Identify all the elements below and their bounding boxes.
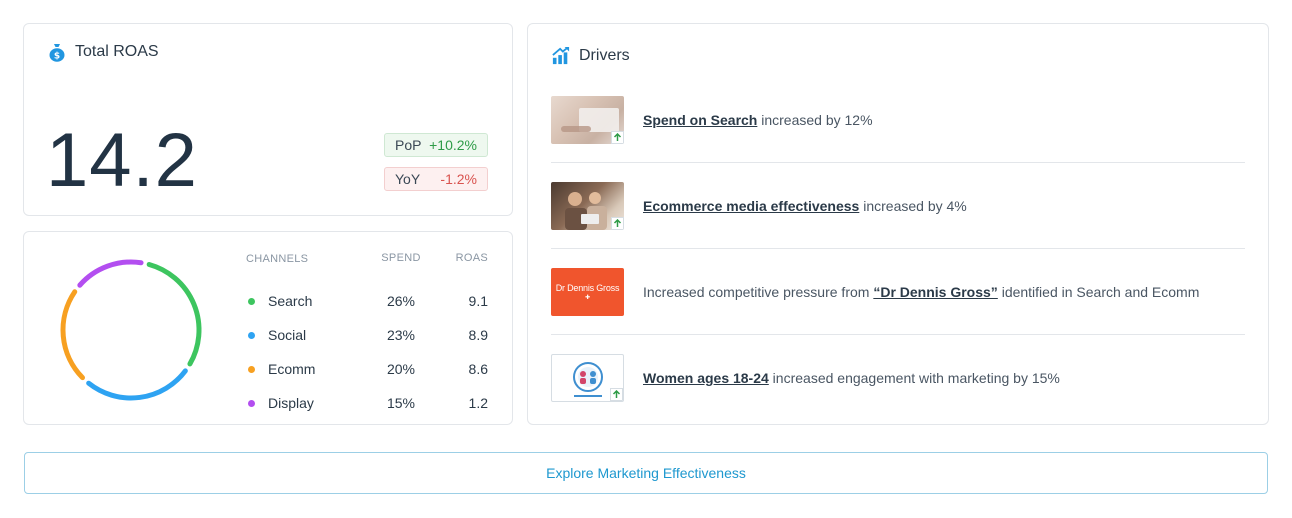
driver-link-ecommerce-effectiveness[interactable]: Ecommerce media effectiveness bbox=[643, 198, 859, 214]
channel-roas: 8.6 bbox=[468, 361, 488, 377]
channel-roas: 8.9 bbox=[468, 327, 488, 343]
pop-change-badge: PoP +10.2% bbox=[384, 133, 488, 157]
channel-spend: 23% bbox=[386, 327, 416, 343]
channel-spend: 26% bbox=[386, 293, 416, 309]
display-color-dot bbox=[248, 399, 255, 407]
yoy-label: YoY bbox=[395, 171, 421, 187]
channel-name: Search bbox=[268, 293, 313, 309]
driver-link-women-18-24[interactable]: Women ages 18-24 bbox=[643, 370, 769, 386]
channel-name: Display bbox=[268, 395, 314, 411]
channel-row-ecomm: Ecomm 20% 8.6 bbox=[246, 352, 491, 386]
donut-segment-display bbox=[77, 259, 144, 288]
header-channels: CHANNELS bbox=[246, 253, 309, 265]
chart-arrow-icon bbox=[552, 46, 570, 66]
logo-text: Dr Dennis Gross bbox=[555, 282, 620, 293]
driver-text-suffix: increased engagement with marketing by 1… bbox=[768, 370, 1060, 386]
driver-text-suffix: identified in Search and Ecomm bbox=[997, 283, 1200, 300]
channel-roas: 1.2 bbox=[468, 395, 488, 411]
driver-text: Ecommerce media effectiveness increased … bbox=[643, 198, 967, 214]
drivers-card: Drivers Spend on Search increased by 12% bbox=[527, 23, 1269, 425]
laptop-thumbnail bbox=[551, 95, 624, 144]
drivers-title: Drivers bbox=[579, 47, 630, 64]
driver-item-audience: Women ages 18-24 increased engagement wi… bbox=[551, 335, 1245, 421]
channel-spend: 15% bbox=[386, 395, 416, 411]
channel-row-search: Search 26% 9.1 bbox=[246, 284, 491, 318]
driver-link-spend-on-search[interactable]: Spend on Search bbox=[643, 112, 757, 128]
pop-label: PoP bbox=[395, 137, 422, 153]
driver-text-prefix: Increased competitive pressure from bbox=[643, 283, 874, 300]
total-roas-header: $ Total ROAS bbox=[48, 42, 159, 62]
pop-value: +10.2% bbox=[429, 137, 477, 153]
channel-row-social: Social 23% 8.9 bbox=[246, 318, 491, 352]
driver-text: Spend on Search increased by 12% bbox=[643, 112, 873, 128]
shopping-couple-thumbnail bbox=[551, 181, 624, 230]
dr-dennis-gross-logo: Dr Dennis Gross ✚ bbox=[551, 267, 624, 316]
ecomm-color-dot bbox=[248, 365, 255, 373]
header-roas: ROAS bbox=[455, 252, 488, 264]
money-bag-icon: $ bbox=[48, 42, 66, 62]
drivers-header: Drivers bbox=[552, 46, 630, 66]
channel-spend: 20% bbox=[386, 361, 416, 377]
audience-logo-thumbnail bbox=[551, 354, 624, 402]
total-roas-value: 14.2 bbox=[46, 118, 198, 203]
search-color-dot bbox=[248, 297, 255, 305]
yoy-change-badge: YoY -1.2% bbox=[384, 167, 488, 191]
driver-item-search: Spend on Search increased by 12% bbox=[551, 77, 1245, 163]
driver-text-suffix: increased by 12% bbox=[757, 111, 873, 128]
header-spend: SPEND bbox=[381, 252, 421, 264]
driver-item-competitor: Dr Dennis Gross ✚ Increased competitive … bbox=[551, 249, 1245, 335]
donut-segment-social bbox=[86, 368, 188, 401]
channel-name: Social bbox=[268, 327, 307, 343]
social-color-dot bbox=[248, 331, 255, 339]
total-roas-card: $ Total ROAS 14.2 PoP +10.2% YoY -1.2% bbox=[23, 23, 513, 216]
donut-segment-search bbox=[146, 261, 202, 367]
channels-table: CHANNELS SPEND ROAS Search 26% 9.1 Socia… bbox=[246, 252, 491, 420]
driver-item-ecommerce: Ecommerce media effectiveness increased … bbox=[551, 163, 1245, 249]
channels-card: CHANNELS SPEND ROAS Search 26% 9.1 Socia… bbox=[23, 231, 513, 425]
channel-donut-chart bbox=[60, 259, 202, 401]
driver-text: Women ages 18-24 increased engagement wi… bbox=[643, 370, 1060, 386]
up-arrow-icon bbox=[611, 216, 624, 230]
channel-row-display: Display 15% 1.2 bbox=[246, 386, 491, 420]
channels-table-header: CHANNELS SPEND ROAS bbox=[246, 252, 491, 266]
up-arrow-icon bbox=[611, 130, 624, 144]
driver-link-dr-dennis-gross[interactable]: “Dr Dennis Gross” bbox=[873, 284, 997, 300]
channel-roas: 9.1 bbox=[468, 293, 488, 309]
driver-text-suffix: increased by 4% bbox=[859, 197, 967, 214]
svg-text:$: $ bbox=[54, 51, 60, 61]
driver-text: Increased competitive pressure from “Dr … bbox=[643, 284, 1199, 300]
donut-segment-ecomm bbox=[60, 289, 85, 381]
yoy-value: -1.2% bbox=[440, 171, 477, 187]
explore-marketing-effectiveness-button[interactable]: Explore Marketing Effectiveness bbox=[24, 452, 1268, 494]
up-arrow-icon bbox=[610, 388, 623, 401]
channel-name: Ecomm bbox=[268, 361, 316, 377]
total-roas-title: Total ROAS bbox=[75, 43, 159, 60]
